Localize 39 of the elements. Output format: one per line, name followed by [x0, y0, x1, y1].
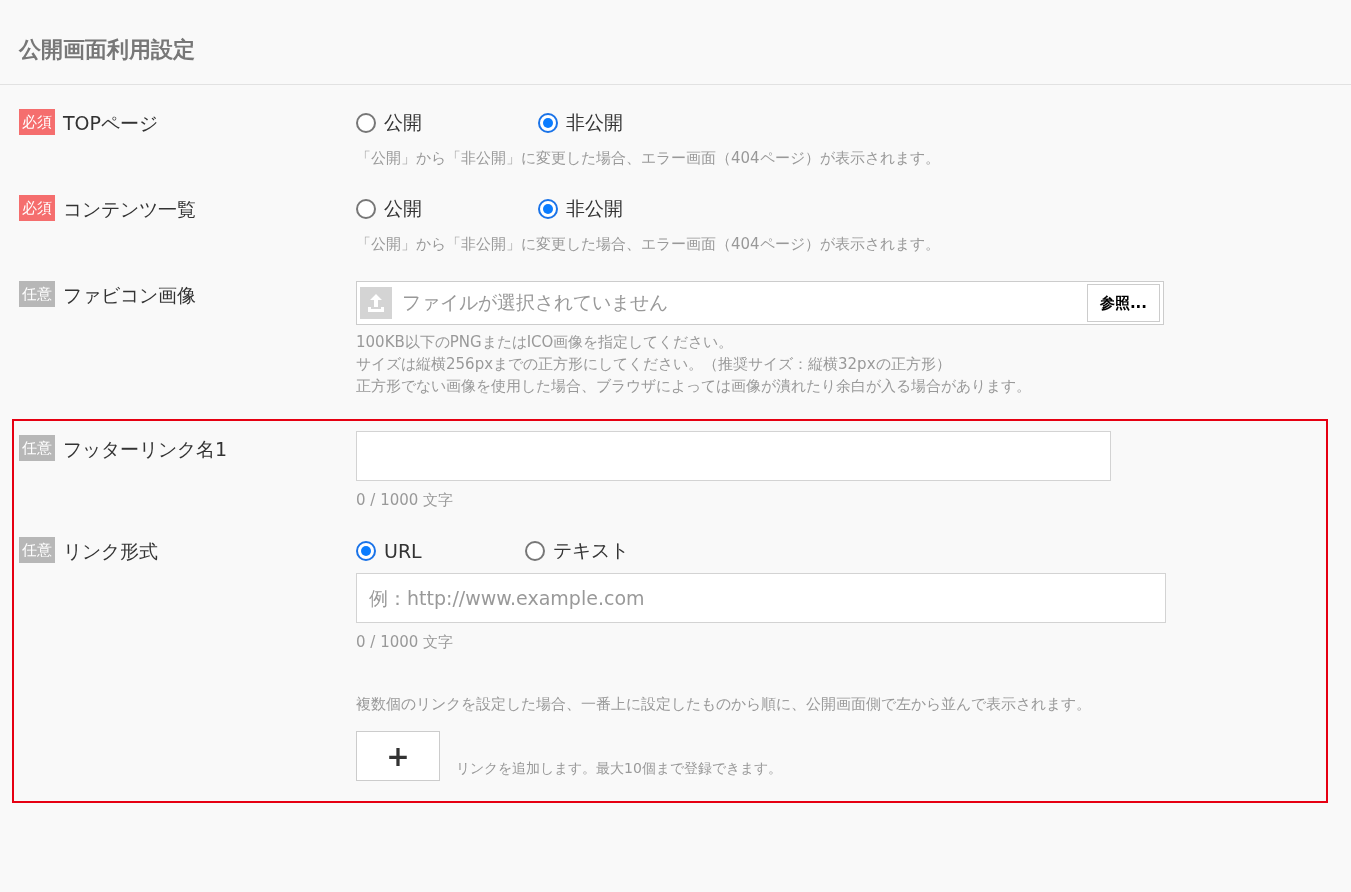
help-text: サイズは縦横256pxまでの正方形にしてください。（推奨サイズ：縦横32pxの正方形）	[356, 354, 952, 375]
badge: 任意	[19, 281, 55, 307]
radio-option[interactable]: テキスト	[525, 538, 694, 564]
character-counter: 0 / 1000 文字	[356, 490, 455, 511]
section-title: 公開画面利用設定	[19, 36, 196, 64]
help-text: 「公開」から「非公開」に変更した場合、エラー画面（404ページ）が表示されます。	[356, 148, 941, 169]
field-label: ファビコン画像	[63, 283, 196, 308]
field-label: TOPページ	[63, 111, 159, 136]
radio-icon[interactable]	[525, 541, 545, 561]
help-text: 「公開」から「非公開」に変更した場合、エラー画面（404ページ）が表示されます。	[356, 234, 941, 255]
help-text: 100KB以下のPNGまたはICO画像を指定してください。	[356, 332, 735, 353]
help-text: 正方形でない画像を使用した場合、ブラウザによっては画像が潰れたり余白が入る場合があります。	[356, 376, 1032, 397]
help-text: 複数個のリンクを設定した場合、一番上に設定したものから順に、公開画面側で左から並んで表示されます。	[356, 694, 1092, 715]
input-field[interactable]	[356, 431, 1111, 481]
add-link-button[interactable]: +	[356, 731, 440, 781]
browse-button[interactable]: 参照...	[1086, 284, 1160, 322]
upload-icon	[360, 287, 392, 319]
badge: 必須	[19, 109, 55, 135]
badge: 必須	[19, 195, 55, 221]
radio-icon[interactable]	[356, 199, 376, 219]
radio-icon[interactable]	[356, 541, 376, 561]
character-counter: 0 / 1000 文字	[356, 632, 455, 653]
radio-icon[interactable]	[356, 113, 376, 133]
add-link-help-text: リンクを追加します。最大10個まで登録できます。	[456, 760, 782, 778]
file-field[interactable]: ファイルが選択されていません 参照...	[356, 281, 1164, 325]
radio-option[interactable]: 公開	[356, 110, 538, 136]
radio-option[interactable]: 公開	[356, 196, 538, 222]
file-placeholder: ファイルが選択されていません	[402, 290, 669, 315]
url-input-field[interactable]: 例：http://www.example.com	[356, 573, 1166, 623]
radio-option[interactable]: 非公開	[538, 196, 720, 222]
badge: 任意	[19, 537, 55, 563]
radio-icon[interactable]	[538, 199, 558, 219]
radio-option[interactable]: 非公開	[538, 110, 720, 136]
radio-icon[interactable]	[538, 113, 558, 133]
field-label: コンテンツ一覧	[63, 197, 196, 222]
field-label: フッターリンク名1	[63, 437, 228, 462]
badge: 任意	[19, 435, 55, 461]
radio-option[interactable]: URL	[356, 540, 525, 562]
field-label: リンク形式	[63, 539, 158, 564]
